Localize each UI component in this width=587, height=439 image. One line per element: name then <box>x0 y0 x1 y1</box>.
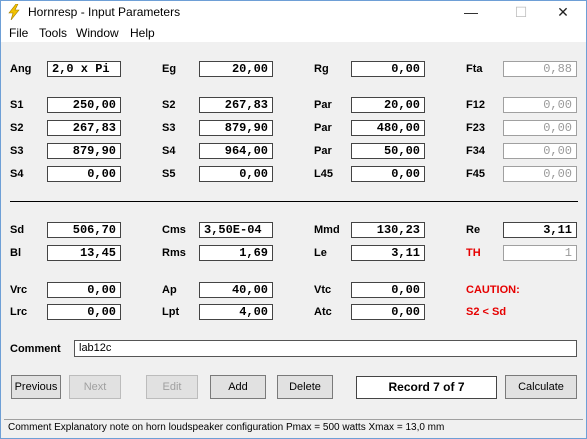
field-bl[interactable]: 13,45 <box>47 245 121 261</box>
label-par-3: Par <box>314 145 332 157</box>
label-s4: S4 <box>10 168 24 180</box>
label-ap: Ap <box>162 284 177 296</box>
maximize-button[interactable]: ☐ <box>498 1 544 23</box>
field-vrc[interactable]: 0,00 <box>47 282 121 298</box>
label-f12: F12 <box>466 99 485 111</box>
menu-file[interactable]: File <box>9 26 28 40</box>
label-par-2: Par <box>314 122 332 134</box>
previous-button[interactable]: Previous <box>11 375 61 399</box>
label-ang: Ang <box>10 63 32 75</box>
field-s1[interactable]: 250,00 <box>47 97 121 113</box>
field-ang[interactable]: 2,0 x Pi <box>47 61 121 77</box>
label-le: Le <box>314 247 327 259</box>
field-par-1[interactable]: 20,00 <box>351 97 425 113</box>
label-sd: Sd <box>10 224 25 236</box>
label-l45: L45 <box>314 168 333 180</box>
label-fta: Fta <box>466 63 483 75</box>
field-f12: 0,00 <box>503 97 577 113</box>
label-f45: F45 <box>466 168 485 180</box>
field-rms[interactable]: 1,69 <box>199 245 273 261</box>
field-f23: 0,00 <box>503 120 577 136</box>
warning-message: S2 < Sd <box>466 306 507 318</box>
label-lrc: Lrc <box>10 306 28 318</box>
label-f34: F34 <box>466 145 485 157</box>
label-rms: Rms <box>162 247 186 259</box>
field-vtc[interactable]: 0,00 <box>351 282 425 298</box>
field-s3-col2[interactable]: 879,90 <box>199 120 273 136</box>
comment-field[interactable]: lab12c <box>74 340 577 357</box>
menu-window[interactable]: Window <box>76 26 119 40</box>
label-s1: S1 <box>10 99 24 111</box>
field-fta: 0,88 <box>503 61 577 77</box>
label-vrc: Vrc <box>10 284 28 296</box>
field-ap[interactable]: 40,00 <box>199 282 273 298</box>
field-le[interactable]: 3,11 <box>351 245 425 261</box>
add-button[interactable]: Add <box>210 375 266 399</box>
lightning-bolt-icon <box>8 4 20 20</box>
label-cms: Cms <box>162 224 186 236</box>
label-atc: Atc <box>314 306 332 318</box>
field-mmd[interactable]: 130,23 <box>351 222 425 238</box>
field-re[interactable]: 3,11 <box>503 222 577 238</box>
field-lrc[interactable]: 0,00 <box>47 304 121 320</box>
record-indicator: Record 7 of 7 <box>356 376 497 399</box>
window-title: Hornresp - Input Parameters <box>28 5 181 19</box>
label-s3-col2: S3 <box>162 122 176 134</box>
label-bl: Bl <box>10 247 21 259</box>
label-s3: S3 <box>10 145 24 157</box>
label-s4-col2: S4 <box>162 145 176 157</box>
field-s5[interactable]: 0,00 <box>199 166 273 182</box>
edit-button[interactable]: Edit <box>146 375 198 399</box>
minimize-button[interactable]: — <box>448 1 494 23</box>
field-th: 1 <box>503 245 577 261</box>
label-re: Re <box>466 224 481 236</box>
field-l45[interactable]: 0,00 <box>351 166 425 182</box>
field-par-2[interactable]: 480,00 <box>351 120 425 136</box>
menu-tools[interactable]: Tools <box>39 26 67 40</box>
section-divider <box>10 201 578 202</box>
label-f23: F23 <box>466 122 485 134</box>
label-vtc: Vtc <box>314 284 332 296</box>
field-s4[interactable]: 0,00 <box>47 166 121 182</box>
status-bar: Comment Explanatory note on horn loudspe… <box>4 419 583 436</box>
label-rg: Rg <box>314 63 329 75</box>
label-s2: S2 <box>10 122 24 134</box>
field-s4-col2[interactable]: 964,00 <box>199 143 273 159</box>
field-cms[interactable]: 3,50E-04 <box>199 222 273 238</box>
menu-bar: File Tools Window Help <box>1 23 586 42</box>
label-comment: Comment <box>10 343 61 355</box>
field-s3[interactable]: 879,90 <box>47 143 121 159</box>
label-mmd: Mmd <box>314 224 340 236</box>
label-eg: Eg <box>162 63 177 75</box>
title-bar: Hornresp - Input Parameters — ☐ ✕ <box>1 1 586 23</box>
delete-button[interactable]: Delete <box>277 375 333 399</box>
menu-help[interactable]: Help <box>130 26 155 40</box>
label-lpt: Lpt <box>162 306 180 318</box>
field-sd[interactable]: 506,70 <box>47 222 121 238</box>
field-f45: 0,00 <box>503 166 577 182</box>
field-f34: 0,00 <box>503 143 577 159</box>
field-eg[interactable]: 20,00 <box>199 61 273 77</box>
close-button[interactable]: ✕ <box>540 1 586 23</box>
field-s2[interactable]: 267,83 <box>47 120 121 136</box>
field-par-3[interactable]: 50,00 <box>351 143 425 159</box>
field-atc[interactable]: 0,00 <box>351 304 425 320</box>
label-par-1: Par <box>314 99 332 111</box>
label-s2-col2: S2 <box>162 99 176 111</box>
label-s5: S5 <box>162 168 176 180</box>
field-lpt[interactable]: 4,00 <box>199 304 273 320</box>
field-s2-col2[interactable]: 267,83 <box>199 97 273 113</box>
next-button[interactable]: Next <box>69 375 121 399</box>
field-rg[interactable]: 0,00 <box>351 61 425 77</box>
label-th: TH <box>466 247 481 259</box>
caution-label: CAUTION: <box>466 284 520 296</box>
calculate-button[interactable]: Calculate <box>505 375 577 399</box>
